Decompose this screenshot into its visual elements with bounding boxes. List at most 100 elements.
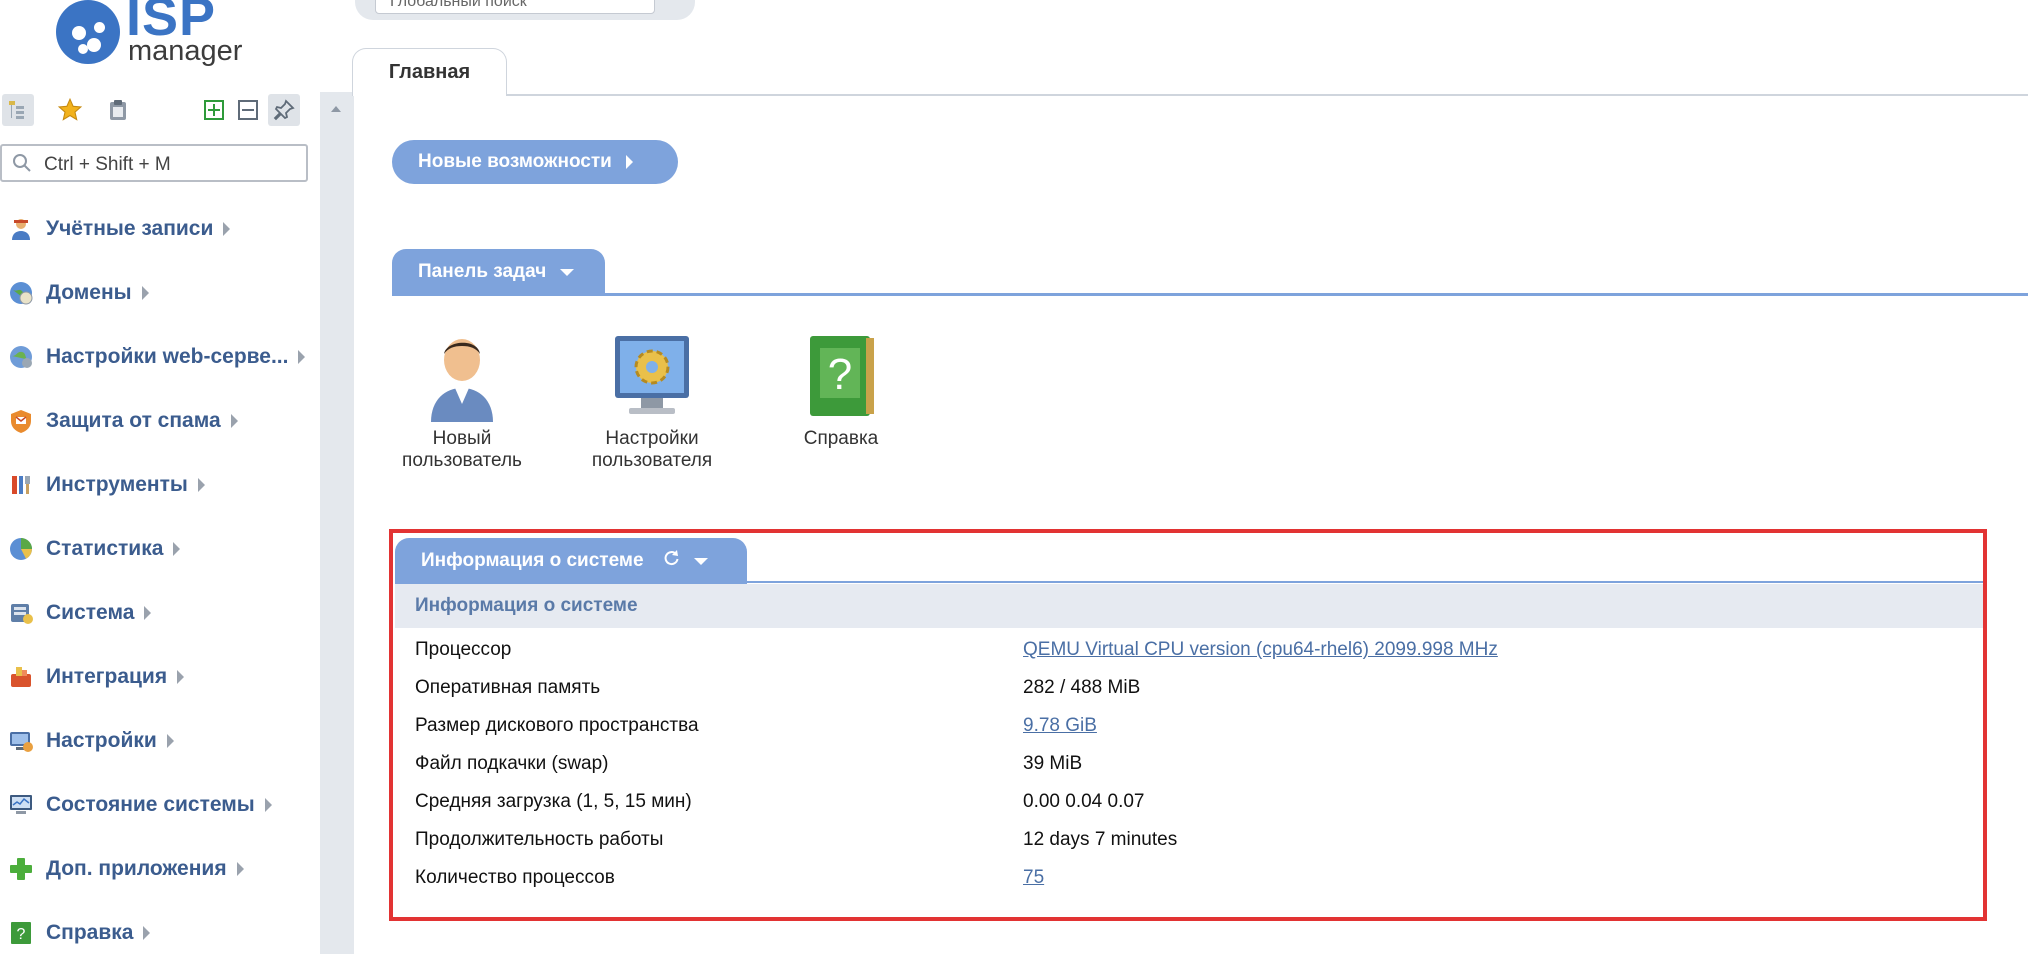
- global-search-placeholder: Глобальный поиск: [390, 0, 527, 10]
- chevron-down-icon[interactable]: [693, 557, 708, 565]
- svg-text:?: ?: [17, 926, 26, 943]
- isp-manager-logo[interactable]: ISP manager: [54, 0, 264, 70]
- sidebar-item-accounts[interactable]: Учётные записи: [0, 209, 318, 249]
- sysinfo-label: Оперативная память: [415, 677, 601, 698]
- taskbar-divider: [392, 293, 2028, 296]
- menu-search-input[interactable]: Ctrl + Shift + M: [0, 144, 308, 182]
- sysinfo-tab[interactable]: Информация о системе: [395, 538, 747, 584]
- sidebar-item-label: Состояние системы: [46, 793, 255, 816]
- task-label-line2: пользователя: [591, 450, 713, 471]
- sidebar-item-web-server[interactable]: Настройки web-серве...: [0, 337, 318, 377]
- sidebar-item-label: Настройки: [46, 729, 157, 752]
- refresh-icon[interactable]: [662, 549, 680, 573]
- sidebar-item-tools[interactable]: Инструменты: [0, 465, 318, 505]
- sysinfo-label: Файл подкачки (swap): [415, 753, 609, 774]
- sysinfo-value: 282 / 488 MiB: [1023, 677, 1141, 698]
- sysinfo-label: Размер дискового пространства: [415, 715, 699, 736]
- sysinfo-value: 0.00 0.04 0.07: [1023, 791, 1145, 812]
- task-label-line2: пользователь: [402, 450, 522, 471]
- expand-all-icon[interactable]: [198, 94, 230, 126]
- star-icon[interactable]: [54, 94, 86, 126]
- sidebar-item-integration[interactable]: Интеграция: [0, 657, 318, 697]
- sidebar-item-label: Справка: [46, 921, 134, 944]
- chevron-right-icon: [177, 670, 185, 684]
- logo-subtext: manager: [128, 35, 243, 67]
- sidebar-item-label: Защита от спама: [46, 409, 221, 432]
- chevron-right-icon: [143, 926, 151, 940]
- chevron-right-icon: [298, 350, 306, 364]
- sidebar-item-domains[interactable]: Домены: [0, 273, 318, 313]
- user-settings-icon: [607, 332, 697, 422]
- settings-icon: [8, 728, 34, 754]
- tabs-divider: [352, 94, 2028, 96]
- sidebar-scrollbar[interactable]: [320, 92, 354, 954]
- sidebar-item-system[interactable]: Система: [0, 593, 318, 633]
- task-help[interactable]: ? Справка: [766, 332, 916, 450]
- sysinfo-row-disk: Размер дискового пространства 9.78 GiB: [415, 707, 1975, 745]
- sidebar-item-label: Настройки web-серве...: [46, 345, 289, 368]
- chevron-right-icon: [173, 542, 181, 556]
- sysinfo-value-link[interactable]: 9.78 GiB: [1023, 715, 1097, 737]
- web-server-icon: [8, 344, 34, 370]
- integration-icon: [8, 664, 34, 690]
- collapse-all-icon[interactable]: [232, 94, 264, 126]
- sidebar-item-settings[interactable]: Настройки: [0, 721, 318, 761]
- sidebar-item-spam-protection[interactable]: Защита от спама: [0, 401, 318, 441]
- sysinfo-value: 12 days 7 minutes: [1023, 829, 1178, 850]
- chevron-right-icon: [141, 286, 149, 300]
- global-search-bar: Глобальный поиск: [355, 0, 695, 20]
- new-features-label: Новые возможности: [418, 151, 612, 172]
- sidebar-toolbar: [0, 92, 310, 128]
- task-new-user[interactable]: Новый пользователь: [387, 332, 537, 472]
- task-user-settings[interactable]: Настройки пользователя: [577, 332, 727, 472]
- chevron-right-icon: [223, 222, 231, 236]
- sysinfo-label: Процессор: [415, 639, 512, 660]
- task-label-line1: Справка: [803, 428, 879, 449]
- sidebar-item-label: Учётные записи: [46, 217, 214, 240]
- sidebar-item-label: Система: [46, 601, 135, 624]
- add-apps-icon: [8, 856, 34, 882]
- chevron-right-icon: [166, 734, 174, 748]
- sidebar-item-label: Статистика: [46, 537, 164, 560]
- sysinfo-label: Количество процессов: [415, 867, 615, 888]
- clipboard-icon[interactable]: [102, 94, 134, 126]
- scroll-up-icon[interactable]: [331, 106, 341, 112]
- tab-main[interactable]: Главная: [352, 48, 507, 96]
- sidebar-item-label: Доп. приложения: [46, 857, 227, 880]
- svg-text:?: ?: [828, 350, 852, 399]
- sidebar-item-label: Интеграция: [46, 665, 168, 688]
- sysinfo-row-ram: Оперативная память 282 / 488 MiB: [415, 669, 1975, 707]
- sidebar-item-system-status[interactable]: Состояние системы: [0, 785, 318, 825]
- chevron-right-icon: [625, 155, 633, 169]
- tools-icon: [8, 472, 34, 498]
- system-status-icon: [8, 792, 34, 818]
- chevron-right-icon: [230, 414, 238, 428]
- new-features-button[interactable]: Новые возможности: [392, 140, 678, 184]
- sysinfo-header: Информация о системе: [395, 584, 1983, 628]
- pin-icon[interactable]: [268, 94, 300, 126]
- chevron-down-icon[interactable]: [560, 268, 575, 276]
- global-search-input[interactable]: Глобальный поиск: [375, 0, 655, 14]
- sysinfo-row-uptime: Продолжительность работы 12 days 7 minut…: [415, 821, 1975, 859]
- sidebar-item-add-apps[interactable]: Доп. приложения: [0, 849, 318, 889]
- statistics-icon: [8, 536, 34, 562]
- chevron-right-icon: [236, 862, 244, 876]
- sysinfo-value-link[interactable]: 75: [1023, 867, 1044, 889]
- system-icon: [8, 600, 34, 626]
- tree-view-icon[interactable]: [2, 94, 34, 126]
- sidebar-item-statistics[interactable]: Статистика: [0, 529, 318, 569]
- sysinfo-label: Средняя загрузка (1, 5, 15 мин): [415, 791, 692, 812]
- chevron-right-icon: [144, 606, 152, 620]
- help-book-icon: ?: [796, 332, 886, 422]
- sysinfo-row-cpu: Процессор QEMU Virtual CPU version (cpu6…: [415, 631, 1975, 669]
- sidebar-item-help[interactable]: ? Справка: [0, 913, 318, 953]
- sysinfo-tab-title: Информация о системе: [421, 550, 644, 571]
- search-icon: [12, 153, 32, 178]
- sysinfo-row-load: Средняя загрузка (1, 5, 15 мин) 0.00 0.0…: [415, 783, 1975, 821]
- sysinfo-value: 39 MiB: [1023, 753, 1083, 774]
- sysinfo-value-link[interactable]: QEMU Virtual CPU version (cpu64-rhel6) 2…: [1023, 639, 1498, 661]
- taskbar-tab[interactable]: Панель задач: [392, 249, 605, 295]
- menu-search-placeholder: Ctrl + Shift + M: [44, 154, 171, 175]
- sidebar: ISP manager Ctrl + Shift + M Учётные зап…: [0, 0, 320, 954]
- sysinfo-divider: [395, 581, 1983, 583]
